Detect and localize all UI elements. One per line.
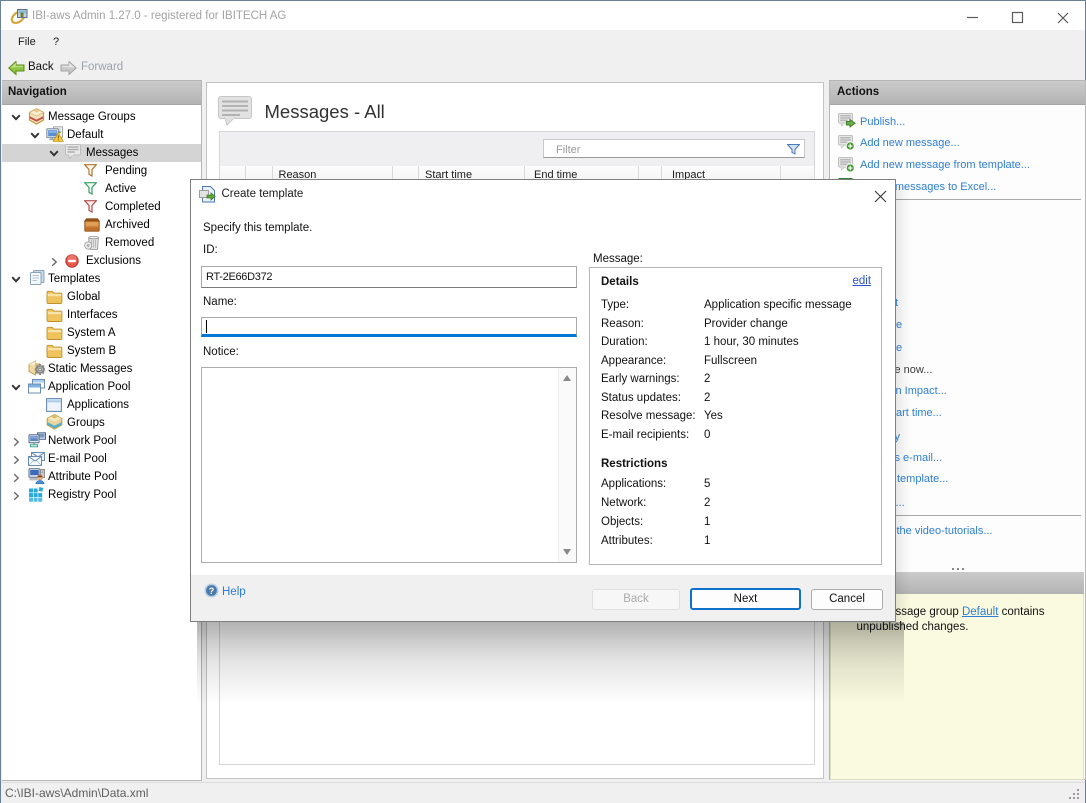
svg-text:?: ? bbox=[209, 586, 215, 596]
